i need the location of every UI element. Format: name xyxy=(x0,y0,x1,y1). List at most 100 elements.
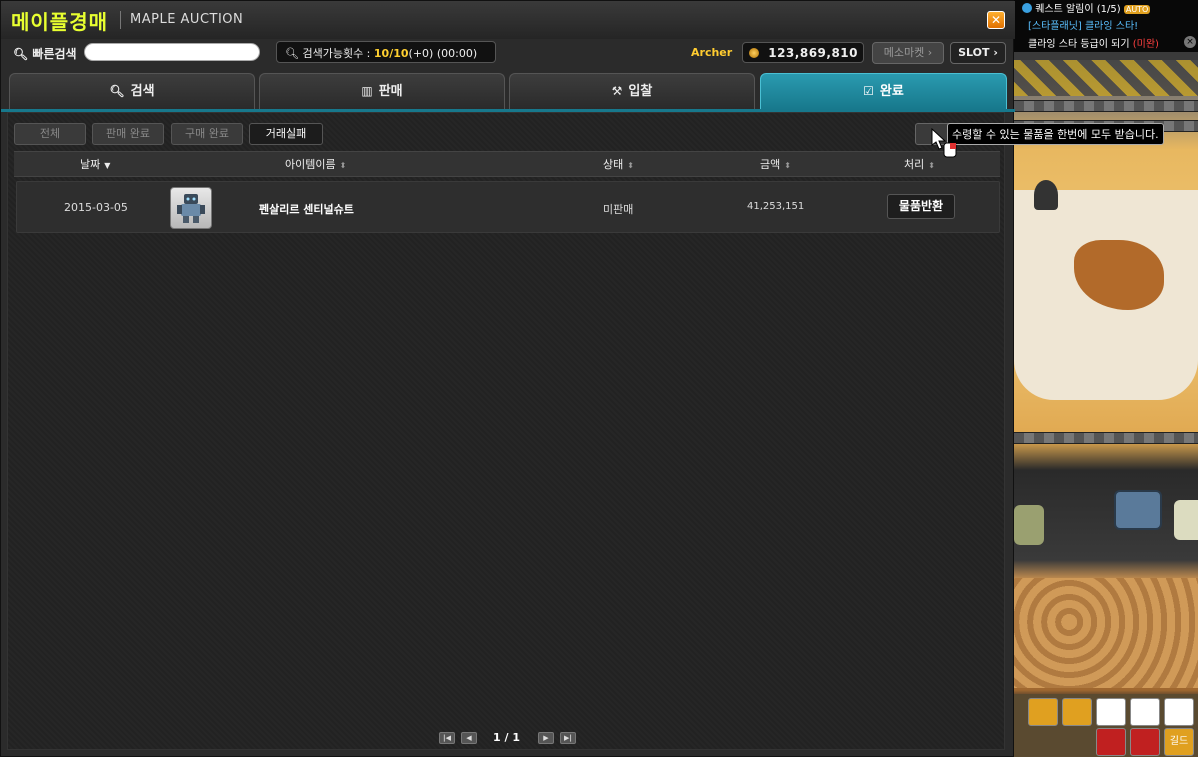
search-count-extra: (+0) (00:00) xyxy=(408,47,478,60)
guild-button[interactable]: 길드 xyxy=(1164,728,1194,756)
quest-close-icon[interactable]: × xyxy=(1184,36,1196,48)
quick-slot[interactable] xyxy=(1028,698,1058,726)
header-label: 날짜 xyxy=(80,158,101,171)
quick-slot[interactable] xyxy=(1130,728,1160,756)
meso-coin-icon xyxy=(749,48,759,58)
sort-icon: ⬍ xyxy=(627,161,634,170)
subtab-bought[interactable]: 구매 완료 xyxy=(171,123,243,145)
quick-slot[interactable] xyxy=(1096,698,1126,726)
quick-slot-bar: 길드 xyxy=(1014,694,1198,757)
rock-ground xyxy=(1014,578,1198,688)
quest-status: (미완) xyxy=(1132,39,1159,50)
tab-label: 입찰 xyxy=(628,84,653,99)
row-price: 41,253,151 xyxy=(747,201,805,212)
tab-sell[interactable]: ▥ 판매 xyxy=(259,73,505,110)
return-item-button[interactable]: 물품반환 xyxy=(887,194,955,219)
title-bar[interactable]: 메이플경매 MAPLE AUCTION ✕ xyxy=(1,1,1015,39)
close-button[interactable]: ✕ xyxy=(987,11,1005,29)
tab-search[interactable]: 🔍︎ 검색 xyxy=(9,73,255,110)
sort-icon: ⬍ xyxy=(928,161,935,170)
quick-search-text: 빠른검색 xyxy=(32,47,77,61)
hazard-stripes xyxy=(1014,60,1198,96)
header-label: 처리 xyxy=(904,158,925,171)
auto-badge[interactable]: AUTO xyxy=(1123,5,1151,14)
first-page-button[interactable]: |◀ xyxy=(439,732,455,744)
search-icon: 🔍︎ xyxy=(285,47,299,60)
table-header: 날짜 ▼ 아이템이름 ⬍ 상태 ⬍ 금액 ⬍ 처리 ⬍ xyxy=(14,151,1000,177)
item-icon[interactable] xyxy=(170,187,212,229)
header-label: 아이템이름 xyxy=(285,158,336,171)
search-icon: 🔍︎ xyxy=(13,47,29,61)
monster-robot[interactable] xyxy=(1114,490,1162,530)
tab-complete[interactable]: ☑ 완료 xyxy=(760,73,1007,110)
subtab-all[interactable]: 전체 xyxy=(14,123,86,145)
monster-robot[interactable] xyxy=(1014,505,1044,545)
last-page-button[interactable]: ▶| xyxy=(560,732,576,744)
header-date[interactable]: 날짜 ▼ xyxy=(80,156,110,172)
monster-robot[interactable] xyxy=(1174,500,1198,540)
chevron-right-icon: › xyxy=(993,46,998,59)
header-status[interactable]: 상태 ⬍ xyxy=(603,156,634,172)
meso-amount: 123,869,810 xyxy=(768,46,858,60)
tab-bid[interactable]: ⚒ 입찰 xyxy=(509,73,755,110)
gavel-icon: ⚒ xyxy=(611,84,623,98)
meso-display: 123,869,810 xyxy=(742,42,864,63)
sort-icon: ⬍ xyxy=(784,161,791,170)
quick-search-input[interactable] xyxy=(84,43,260,61)
bars-icon: ▥ xyxy=(361,84,373,98)
tab-label: 검색 xyxy=(130,84,155,99)
header-price[interactable]: 금액 ⬍ xyxy=(760,156,791,172)
window-subtitle: MAPLE AUCTION xyxy=(130,12,244,27)
row-item-name: 펜살리르 센티널슈트 xyxy=(259,203,354,216)
quest-objective-row: 클라잉 스타 등급이 되기 (미완) xyxy=(1028,35,1159,50)
quest-icon xyxy=(1022,3,1032,13)
armor-icon xyxy=(177,194,205,223)
main-tabs: 🔍︎ 검색 ▥ 판매 ⚒ 입찰 ☑ 완료 xyxy=(9,73,1007,110)
auction-window: 메이플경매 MAPLE AUCTION ✕ 🔍︎ 빠른검색 🔍︎ 검색가능횟수 … xyxy=(0,0,1164,757)
hand-cursor-icon xyxy=(931,127,957,158)
search-icon: 🔍︎ xyxy=(109,84,125,98)
check-icon: ☑ xyxy=(863,84,874,98)
table-row[interactable]: 2015-03-05 펜살리르 센티널슈트 미판매 41,253,151 물품반… xyxy=(16,181,1000,233)
quick-slot[interactable] xyxy=(1130,698,1160,726)
slot-label: SLOT xyxy=(958,46,990,59)
search-row: 🔍︎ 빠른검색 🔍︎ 검색가능횟수 : 10/10(+0) (00:00) Ar… xyxy=(1,39,1015,69)
quest-notifier[interactable]: 퀘스트 알림이 (1/5) AUTO [스타플래닛] 클라잉 스타! 클라잉 스… xyxy=(1014,0,1198,52)
tooltip: 수령할 수 있는 물품을 한번에 모두 받습니다. xyxy=(947,123,1164,145)
quest-name[interactable]: [스타플래닛] 클라잉 스타! xyxy=(1028,17,1138,32)
window-title: 메이플경매 xyxy=(11,10,108,34)
girder xyxy=(1014,432,1198,444)
subtab-sold[interactable]: 판매 완료 xyxy=(92,123,164,145)
quest-title: 퀘스트 알림이 (1/5) xyxy=(1035,4,1121,15)
search-count-box: 🔍︎ 검색가능횟수 : 10/10(+0) (00:00) xyxy=(276,41,496,63)
quest-objective: 클라잉 스타 등급이 되기 xyxy=(1028,39,1130,50)
search-count-label: 검색가능횟수 : xyxy=(302,47,371,60)
tab-label: 완료 xyxy=(879,84,904,99)
header-item-name[interactable]: 아이템이름 ⬍ xyxy=(285,156,346,172)
content-panel: 전체 판매 완료 구매 완료 거래실패 날짜 ▼ 아이템이름 ⬍ 상태 ⬍ 금액 ⬍ 처… xyxy=(7,112,1005,750)
girder xyxy=(1014,100,1198,112)
row-date: 2015-03-05 xyxy=(64,201,128,214)
meso-market-label: 메소마켓 xyxy=(883,46,925,59)
banner-pole xyxy=(1034,180,1058,210)
sort-icon: ⬍ xyxy=(339,161,347,170)
header-label: 상태 xyxy=(603,158,624,171)
quest-title-row: 퀘스트 알림이 (1/5) AUTO xyxy=(1022,0,1151,15)
prev-page-button[interactable]: ◀ xyxy=(461,732,477,744)
quick-search-label: 🔍︎ 빠른검색 xyxy=(13,45,77,62)
title-divider xyxy=(120,11,121,29)
meso-market-button[interactable]: 메소마켓 › xyxy=(872,42,944,64)
tab-label: 판매 xyxy=(378,84,403,99)
quick-slot[interactable] xyxy=(1062,698,1092,726)
subtab-failed[interactable]: 거래실패 xyxy=(249,123,323,145)
game-scene xyxy=(1014,0,1198,757)
quick-slot[interactable] xyxy=(1164,698,1194,726)
row-status: 미판매 xyxy=(603,203,634,216)
next-page-button[interactable]: ▶ xyxy=(538,732,554,744)
page-indicator: 1 / 1 xyxy=(493,731,520,744)
header-label: 금액 xyxy=(760,158,781,171)
search-count-value: 10/10 xyxy=(373,47,409,60)
quick-slot[interactable] xyxy=(1096,728,1126,756)
sort-down-icon: ▼ xyxy=(104,161,111,170)
slot-button[interactable]: SLOT › xyxy=(950,42,1006,64)
